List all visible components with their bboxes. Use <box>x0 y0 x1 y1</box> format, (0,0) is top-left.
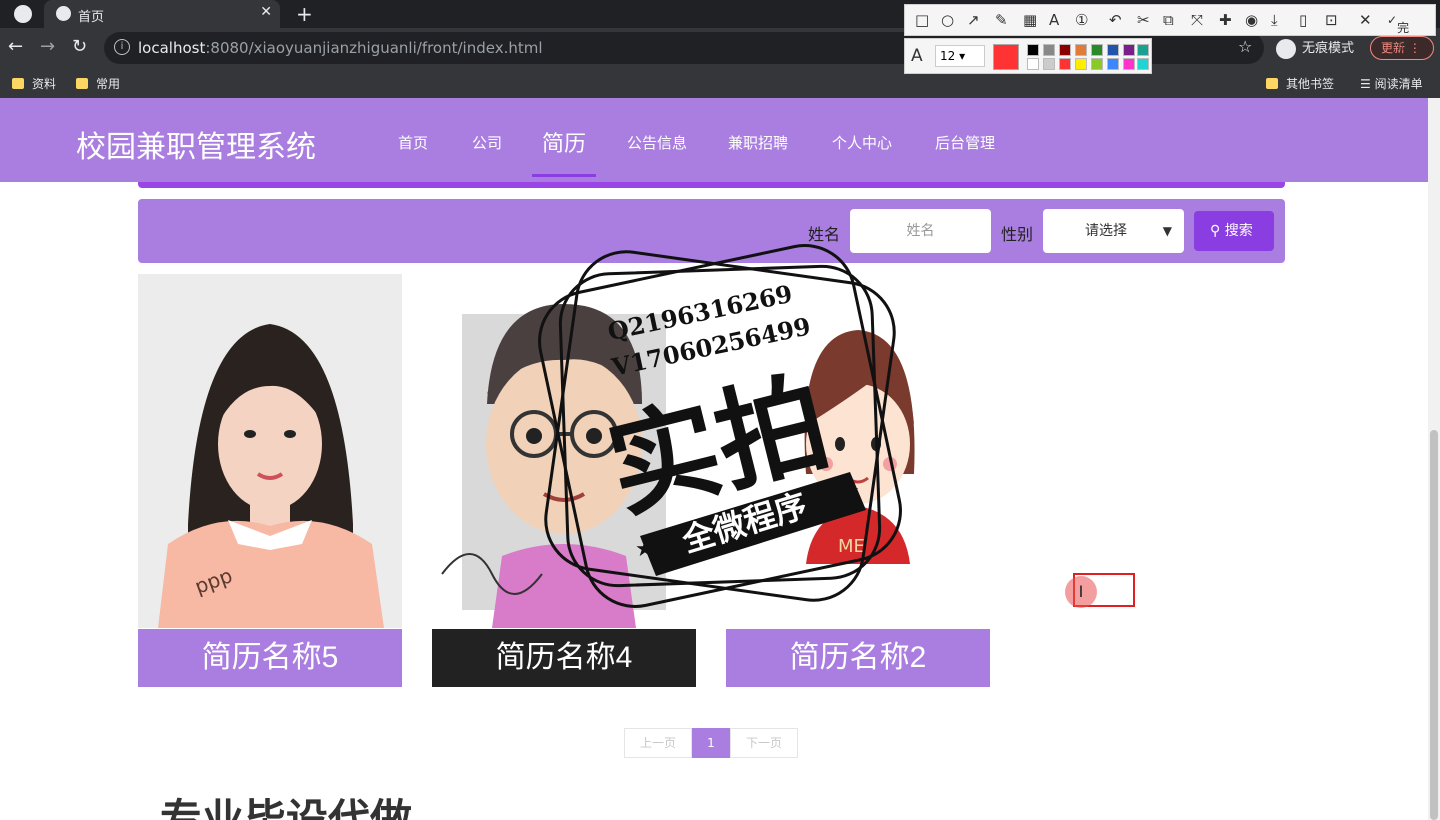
nav-admin[interactable]: 后台管理 <box>935 132 995 153</box>
color-swatch[interactable] <box>1123 44 1135 56</box>
back-icon[interactable]: ← <box>8 36 23 57</box>
number-tool-icon[interactable]: ① <box>1075 11 1088 29</box>
bookmarks-bar: 资料 常用 其他书签 ☰ 阅读清单 <box>0 68 1440 98</box>
ellipse-tool-icon[interactable]: ○ <box>941 11 954 29</box>
gender-select[interactable]: 请选择 ▼ <box>1043 209 1184 253</box>
search-icon: ⚲ <box>1210 223 1221 239</box>
color-swatch[interactable] <box>1043 58 1055 70</box>
bookmark-folder[interactable]: 资料 <box>12 75 56 92</box>
search-bar: 姓名 姓名 性别 请选择 ▼ ⚲ 搜索 <box>138 199 1285 263</box>
pin-to-screen-icon[interactable]: ✚ <box>1219 11 1232 29</box>
svg-text:ME: ME <box>838 536 865 557</box>
ocr-icon[interactable]: ⤧ <box>1191 11 1203 29</box>
nav-company[interactable]: 公司 <box>472 132 502 153</box>
color-swatch[interactable] <box>1075 58 1087 70</box>
pin-icon[interactable]: ✂ <box>1137 11 1150 29</box>
mosaic-tool-icon[interactable]: ▦ <box>1023 11 1037 29</box>
prev-page-button[interactable]: 上一页 <box>624 728 692 758</box>
site-title: 校园兼职管理系统 <box>76 131 316 164</box>
url-text: localhost:8080/xiaoyuanjianzhiguanli/fro… <box>138 39 543 57</box>
undo-icon[interactable]: ↶ <box>1109 11 1122 29</box>
section-heading: 专业毕设代做 <box>160 796 413 820</box>
incognito-icon <box>1276 38 1296 59</box>
color-swatch[interactable] <box>1137 44 1149 56</box>
color-swatch[interactable] <box>1043 44 1055 56</box>
gender-label: 性别 <box>1001 225 1034 244</box>
resume-photo[interactable]: ppp <box>138 274 402 628</box>
folder-icon <box>12 78 24 89</box>
browser-tab[interactable]: 首页 ✕ <box>44 0 280 28</box>
chevron-down-icon: ▼ <box>1162 224 1172 238</box>
nav-announcements[interactable]: 公告信息 <box>627 132 687 153</box>
reading-list[interactable]: ☰ 阅读清单 <box>1360 75 1423 92</box>
rectangle-tool-icon[interactable]: □ <box>915 11 929 29</box>
folder-icon <box>1266 78 1278 89</box>
download-icon[interactable]: ⤓ <box>1271 11 1278 29</box>
color-swatch[interactable] <box>1075 44 1087 56</box>
forward-icon[interactable]: → <box>40 36 55 57</box>
record-icon[interactable]: ◉ <box>1245 11 1258 29</box>
name-label: 姓名 <box>808 225 841 244</box>
nav-jobs[interactable]: 兼职招聘 <box>728 132 788 153</box>
arrow-tool-icon[interactable]: ↗ <box>967 11 980 29</box>
resume-photo[interactable] <box>432 274 696 628</box>
resume-card-title[interactable]: 简历名称4 <box>432 629 696 687</box>
pen-tool-icon[interactable]: ✎ <box>995 11 1008 29</box>
info-icon[interactable]: i <box>114 39 130 55</box>
globe-icon <box>56 6 71 21</box>
scrollbar-thumb[interactable] <box>1430 430 1438 820</box>
translate-icon[interactable]: ⧉ <box>1163 11 1174 29</box>
decor-strip <box>138 182 1285 188</box>
resume-photo[interactable]: ME <box>726 274 990 628</box>
new-tab-button[interactable]: + <box>296 2 313 26</box>
color-swatch[interactable] <box>1123 58 1135 70</box>
nav-resume[interactable]: 简历 <box>542 126 586 158</box>
current-color-swatch[interactable] <box>993 44 1019 70</box>
nav-home[interactable]: 首页 <box>398 132 428 153</box>
nav-profile[interactable]: 个人中心 <box>832 132 892 153</box>
color-swatch[interactable] <box>1059 44 1071 56</box>
text-tool-icon[interactable]: A <box>1049 11 1059 29</box>
browser-menu-icon[interactable] <box>14 5 32 23</box>
text-style-bar: A 12 ▾ <box>904 38 1152 74</box>
done-button[interactable]: ✓ 完成 <box>1387 13 1409 52</box>
bookmark-folder[interactable]: 常用 <box>76 75 120 92</box>
active-nav-indicator <box>532 174 596 177</box>
tab-title: 首页 <box>78 10 105 25</box>
color-swatch[interactable] <box>1027 58 1039 70</box>
color-swatch[interactable] <box>1027 44 1039 56</box>
color-swatch[interactable] <box>1137 58 1149 70</box>
resume-card-title[interactable]: 简历名称2 <box>726 629 990 687</box>
search-button[interactable]: ⚲ 搜索 <box>1194 211 1274 251</box>
text-cursor-icon: I <box>1065 576 1097 608</box>
screenshot-toolbar: □ ○ ↗ ✎ ▦ A ① ↶ ✂ ⧉ ⤧ ✚ ◉ ⤓ ▯ ⊡ ✕ ✓ 完成 <box>904 4 1436 52</box>
color-swatch[interactable] <box>1059 58 1071 70</box>
save-icon[interactable]: ⊡ <box>1325 11 1338 29</box>
color-swatch[interactable] <box>1091 58 1103 70</box>
font-icon: A <box>911 46 923 66</box>
reload-icon[interactable]: ↻ <box>72 36 87 57</box>
phone-icon[interactable]: ▯ <box>1299 11 1307 29</box>
name-input[interactable]: 姓名 <box>850 209 991 253</box>
folder-icon <box>76 78 88 89</box>
resume-card-title[interactable]: 简历名称5 <box>138 629 402 687</box>
incognito-indicator[interactable]: 无痕模式 <box>1276 37 1354 59</box>
color-swatch[interactable] <box>1107 58 1119 70</box>
site-header: 校园兼职管理系统 首页 公司 简历 公告信息 兼职招聘 个人中心 后台管理 <box>0 98 1428 182</box>
close-icon[interactable]: ✕ <box>260 4 272 20</box>
font-size-select[interactable]: 12 ▾ <box>935 45 985 67</box>
next-page-button[interactable]: 下一页 <box>730 728 798 758</box>
reading-list-icon: ☰ <box>1360 77 1375 91</box>
color-swatch[interactable] <box>1091 44 1103 56</box>
other-bookmarks[interactable]: 其他书签 <box>1266 75 1334 92</box>
bookmark-star-icon[interactable]: ☆ <box>1238 37 1252 56</box>
cancel-icon[interactable]: ✕ <box>1359 11 1372 29</box>
color-swatch[interactable] <box>1107 44 1119 56</box>
page-number-current[interactable]: 1 <box>692 728 730 758</box>
